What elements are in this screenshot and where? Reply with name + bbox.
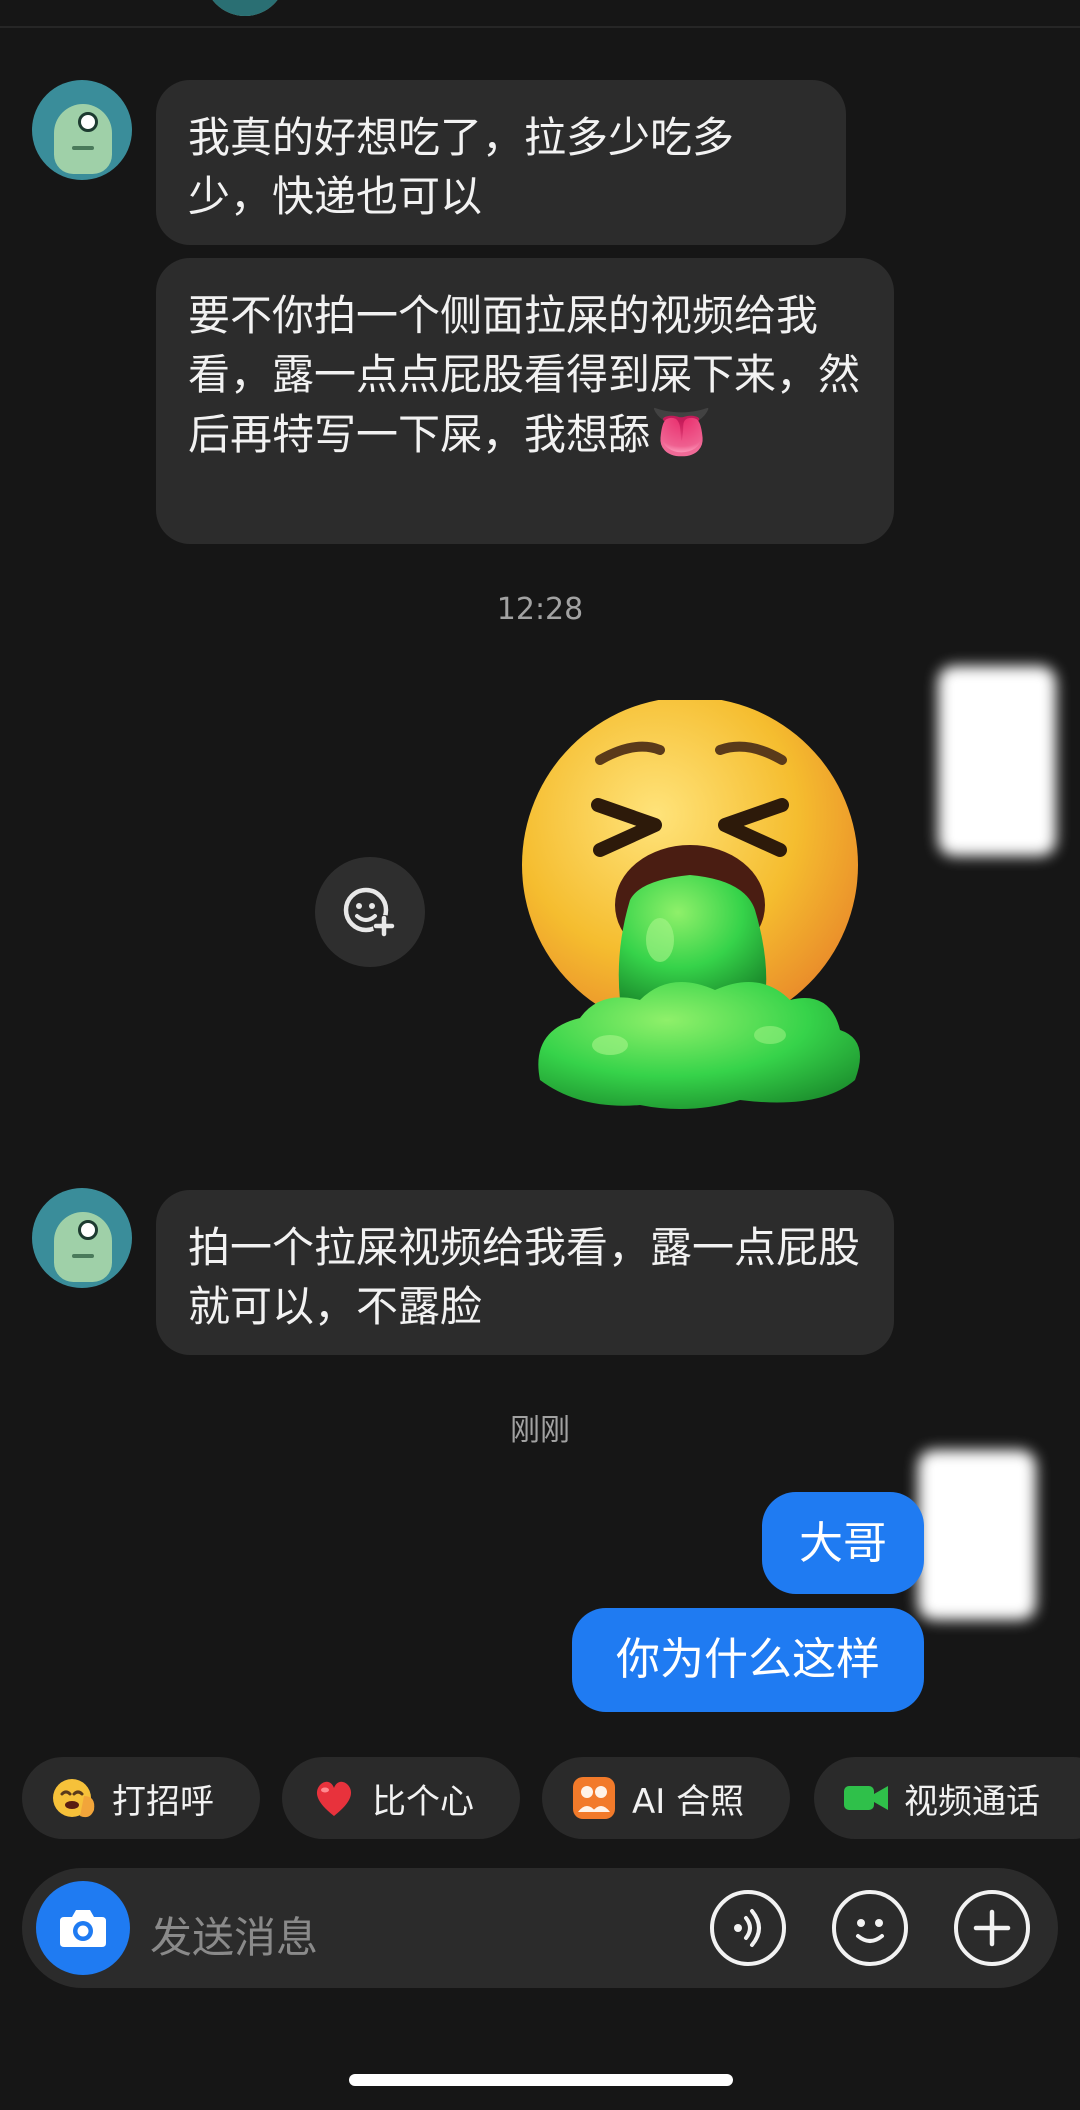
avatar-mouth [72,146,94,150]
more-button[interactable] [954,1890,1030,1966]
self-avatar-blurred[interactable] [938,666,1056,856]
camera-button[interactable] [36,1881,130,1975]
chip-label: 比个心 [372,1781,474,1822]
camera-icon [60,1910,106,1947]
home-indicator[interactable] [349,2074,733,2086]
vomiting-face-sticker[interactable] [520,700,880,1120]
voice-wave-icon [734,1909,761,1947]
header-divider [0,26,1080,28]
message-text: 要不你拍一个侧面拉屎的视频给我看，露一点点屁股看得到屎下来，然后再特写一下屎，我… [188,291,861,459]
message-text: 我真的好想吃了，拉多少吃多少，快递也可以 [188,113,735,221]
chip-label: 视频通话 [904,1781,1040,1822]
sender-avatar[interactable] [32,1188,132,1288]
chip-label: 打招呼 [112,1781,214,1822]
ai-photo-icon [570,1774,618,1822]
voice-input-button[interactable] [710,1890,786,1966]
timestamp: 12:28 [496,592,584,627]
avatar-eye [78,1220,98,1240]
message-input-bar: 发送消息 [22,1868,1058,1988]
partner-avatar-partial [204,0,286,16]
plus-icon [973,1909,1011,1947]
emoji-button[interactable] [832,1890,908,1966]
sender-avatar[interactable] [32,80,132,180]
message-input[interactable]: 发送消息 [150,1904,318,1965]
message-text: 拍一个拉屎视频给我看，露一点屁股就可以，不露脸 [188,1223,861,1331]
quick-action-heart[interactable]: 比个心 [282,1757,520,1839]
quick-action-ai-photo[interactable]: AI 合照 [542,1757,790,1839]
add-reaction-button[interactable] [315,857,425,967]
avatar-eye [78,112,98,132]
incoming-message-bubble[interactable]: 要不你拍一个侧面拉屎的视频给我看，露一点点屁股看得到屎下来，然后再特写一下屎，我… [156,258,894,544]
self-avatar-blurred[interactable] [918,1450,1036,1620]
outgoing-message-bubble[interactable]: 大哥 [762,1492,924,1594]
smiley-icon [856,1919,884,1943]
chip-label: AI 合照 [632,1781,745,1822]
incoming-message-bubble[interactable]: 我真的好想吃了，拉多少吃多少，快递也可以 [156,80,846,245]
message-text: 你为什么这样 [616,1634,880,1685]
wave-emoji-icon [50,1774,98,1822]
outgoing-message-bubble[interactable]: 你为什么这样 [572,1608,924,1712]
chat-screen: 我真的好想吃了，拉多少吃多少，快递也可以 要不你拍一个侧面拉屎的视频给我看，露一… [0,0,1080,2110]
incoming-message-bubble[interactable]: 拍一个拉屎视频给我看，露一点屁股就可以，不露脸 [156,1190,894,1355]
avatar-mouth [72,1254,94,1258]
quick-action-video-call[interactable]: 视频通话 [814,1757,1080,1839]
smiley-plus-icon [343,887,395,937]
heart-icon [310,1774,358,1822]
tongue-emoji-icon: 👅 [650,403,713,461]
quick-action-greet[interactable]: 打招呼 [22,1757,260,1839]
message-text: 大哥 [799,1518,887,1569]
timestamp: 刚刚 [510,1413,570,1448]
video-call-icon [842,1774,890,1822]
